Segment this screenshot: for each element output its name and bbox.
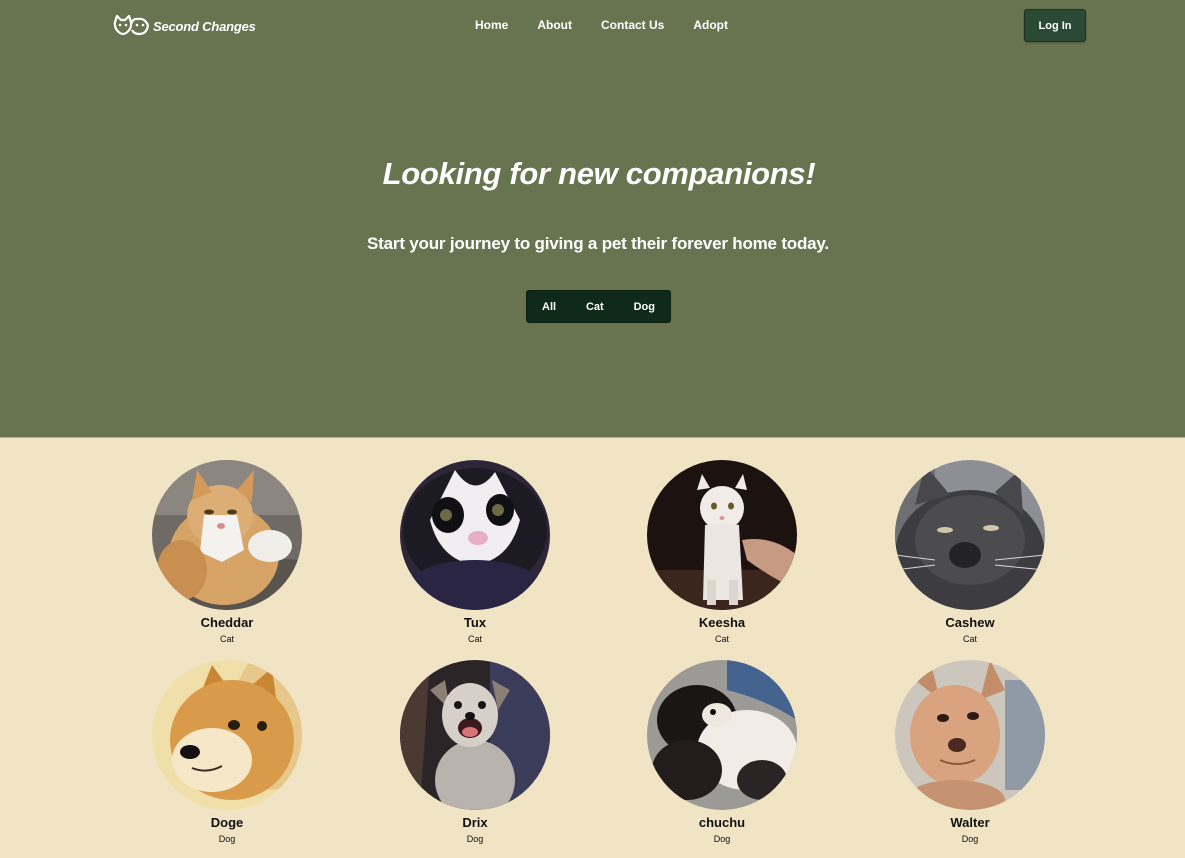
pet-type: Dog <box>961 834 979 844</box>
pet-photo-doge <box>152 660 302 810</box>
pet-card[interactable]: Tux Cat <box>385 460 565 645</box>
pet-type: Cat <box>219 634 234 644</box>
pet-photo-drix <box>400 660 550 810</box>
pet-name: Doge <box>210 815 244 830</box>
filter-dog-button[interactable]: Dog <box>634 301 655 313</box>
brand-logo[interactable]: Second Changes <box>112 14 256 38</box>
top-nav: Second Changes Home About Contact Us Ado… <box>0 0 1185 50</box>
hero-section: Second Changes Home About Contact Us Ado… <box>0 0 1185 438</box>
pet-photo-keesha <box>647 460 797 610</box>
brand-name: Second Changes <box>153 18 256 34</box>
pet-card[interactable]: Cheddar Cat <box>137 460 317 645</box>
nav-link-home[interactable]: Home <box>475 18 508 32</box>
pet-name: Keesha <box>698 615 746 630</box>
pet-photo-tux <box>400 460 550 610</box>
pet-type: Dog <box>466 834 484 844</box>
pet-photo-walter <box>895 660 1045 810</box>
pet-card[interactable]: Cashew Cat <box>880 460 1060 645</box>
pet-type: Cat <box>714 634 729 644</box>
pet-type: Cat <box>467 634 482 644</box>
pet-name: Drix <box>462 815 488 830</box>
filter-all-button[interactable]: All <box>542 301 556 313</box>
nav-link-adopt[interactable]: Adopt <box>693 18 728 32</box>
pet-card[interactable]: Walter Dog <box>880 660 1060 845</box>
pet-name: chuchu <box>698 815 746 830</box>
pet-name: Cheddar <box>200 615 254 630</box>
pet-name: Tux <box>463 615 487 630</box>
pet-photo-cheddar <box>152 460 302 610</box>
login-button[interactable]: Log In <box>1024 9 1086 42</box>
pet-type-filter: All Cat Dog <box>526 290 671 323</box>
pet-type: Cat <box>962 634 977 644</box>
hero-title: Looking for new companions! <box>382 156 816 191</box>
pet-card[interactable]: Drix Dog <box>385 660 565 845</box>
pet-name: Cashew <box>945 615 995 630</box>
pet-type: Dog <box>218 834 236 844</box>
pet-photo-cashew <box>895 460 1045 610</box>
pet-photo-chuchu <box>647 660 797 810</box>
pet-card[interactable]: chuchu Dog <box>632 660 812 845</box>
pet-grid: Cheddar Cat Tux Cat Keesha Cat Cashew Ca… <box>0 438 1185 858</box>
nav-links: Home About Contact Us Adopt <box>475 18 728 32</box>
nav-link-contact-us[interactable]: Contact Us <box>601 18 664 32</box>
pet-name: Walter <box>950 815 990 830</box>
cat-dog-logo-icon <box>112 15 150 37</box>
hero-subtitle: Start your journey to giving a pet their… <box>367 234 829 253</box>
pet-type: Dog <box>713 834 731 844</box>
pet-card[interactable]: Doge Dog <box>137 660 317 845</box>
filter-cat-button[interactable]: Cat <box>586 301 604 313</box>
pet-card[interactable]: Keesha Cat <box>632 460 812 645</box>
nav-link-about[interactable]: About <box>537 18 572 32</box>
